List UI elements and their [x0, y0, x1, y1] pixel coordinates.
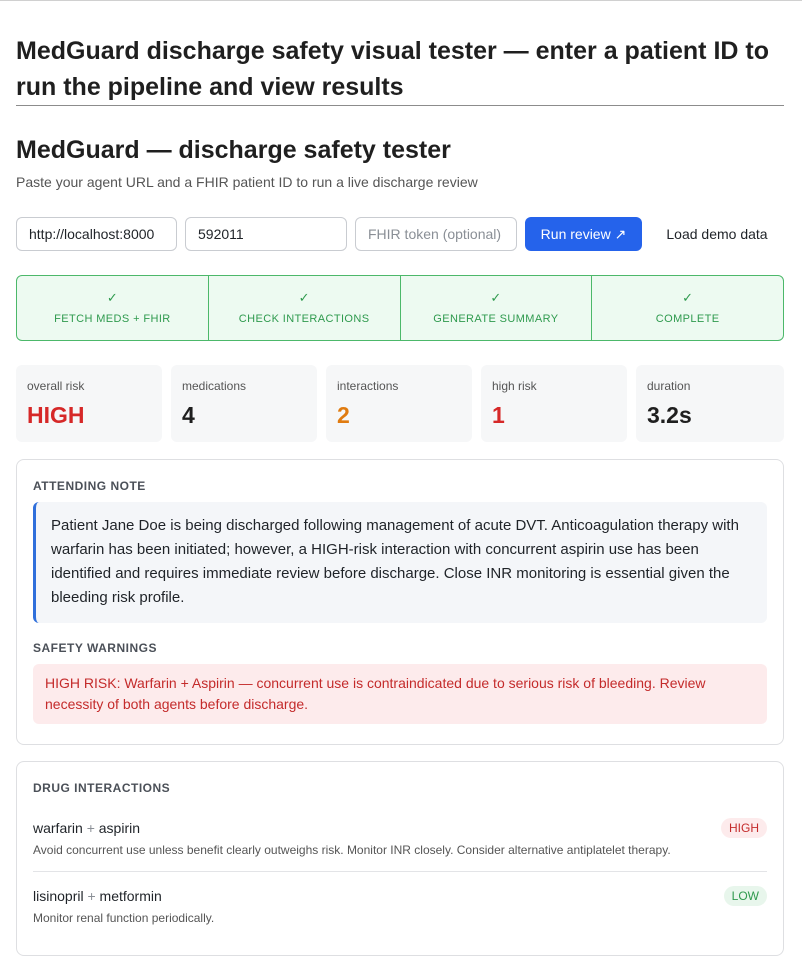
- interaction-pair: lisinopril + metformin: [33, 887, 162, 905]
- stat-interactions: interactions 2: [326, 365, 472, 442]
- severity-badge: HIGH: [721, 818, 767, 838]
- drug-interactions-heading: DRUG INTERACTIONS: [33, 781, 171, 795]
- stat-high-risk: high risk 1: [481, 365, 627, 442]
- check-icon: ✓: [298, 290, 310, 305]
- step-label: COMPLETE: [655, 313, 720, 325]
- plus-sign: +: [86, 820, 95, 836]
- interaction-note: Avoid concurrent use unless benefit clea…: [33, 843, 671, 857]
- drug-name: warfarin: [33, 820, 83, 836]
- drug-interactions-card: DRUG INTERACTIONS warfarin + aspirin HIG…: [16, 761, 784, 956]
- pipeline-step-fetch: ✓ FETCH MEDS + FHIR: [17, 276, 209, 340]
- pipeline-step-interactions: ✓ CHECK INTERACTIONS: [209, 276, 401, 340]
- app-title: MedGuard — discharge safety tester: [16, 136, 451, 164]
- check-icon: ✓: [682, 290, 694, 305]
- pipeline-step-complete: ✓ COMPLETE: [592, 276, 783, 340]
- heading-divider: [16, 105, 784, 106]
- stat-label: duration: [647, 379, 691, 393]
- stat-label: overall risk: [27, 379, 85, 393]
- row-divider: [33, 871, 767, 872]
- stat-value: 2: [337, 402, 350, 428]
- drug-name: metformin: [99, 888, 162, 904]
- run-review-button[interactable]: Run review ↗: [525, 217, 642, 251]
- safety-warnings-heading: SAFETY WARNINGS: [33, 641, 157, 655]
- stat-label: interactions: [337, 379, 399, 393]
- step-label: GENERATE SUMMARY: [433, 313, 559, 325]
- patient-id-input[interactable]: [185, 217, 347, 251]
- agent-url-input[interactable]: [16, 217, 177, 251]
- safety-warning: HIGH RISK: Warfarin + Aspirin — concurre…: [33, 664, 767, 724]
- stat-label: high risk: [492, 379, 537, 393]
- check-icon: ✓: [490, 290, 502, 305]
- stat-medications: medications 4: [171, 365, 317, 442]
- check-icon: ✓: [106, 290, 118, 305]
- stat-value: 3.2s: [647, 402, 692, 428]
- attending-note-heading: ATTENDING NOTE: [33, 479, 146, 493]
- step-label: CHECK INTERACTIONS: [238, 313, 370, 325]
- summary-card: ATTENDING NOTE Patient Jane Doe is being…: [16, 459, 784, 745]
- plus-sign: +: [87, 888, 96, 904]
- stat-value: HIGH: [27, 402, 85, 428]
- pipeline-steps: ✓ FETCH MEDS + FHIR ✓ CHECK INTERACTIONS…: [16, 275, 784, 341]
- pipeline-step-summary: ✓ GENERATE SUMMARY: [401, 276, 593, 340]
- drug-name: lisinopril: [33, 888, 84, 904]
- stat-duration: duration 3.2s: [636, 365, 784, 442]
- severity-badge: LOW: [723, 886, 767, 906]
- stat-overall-risk: overall risk HIGH: [16, 365, 162, 442]
- page-heading: MedGuard discharge safety visual tester …: [16, 37, 769, 101]
- stat-label: medications: [182, 379, 247, 393]
- stat-value: 1: [492, 402, 505, 428]
- app-subtitle: Paste your agent URL and a FHIR patient …: [16, 174, 478, 190]
- interaction-note: Monitor renal function periodically.: [33, 911, 215, 925]
- interaction-pair: warfarin + aspirin: [33, 819, 140, 837]
- load-demo-data-button[interactable]: Load demo data: [652, 217, 782, 251]
- window-top-border: [0, 0, 802, 1]
- step-label: FETCH MEDS + FHIR: [54, 313, 171, 325]
- drug-name: aspirin: [98, 820, 141, 836]
- stat-value: 4: [182, 402, 195, 428]
- attending-note: Patient Jane Doe is being discharged fol…: [33, 502, 767, 623]
- fhir-token-input[interactable]: [355, 217, 517, 251]
